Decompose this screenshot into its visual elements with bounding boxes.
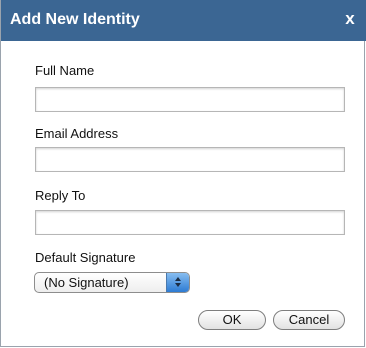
add-identity-dialog: Add New Identity x Full Name Email Addre…	[0, 0, 366, 347]
up-down-arrows-icon	[166, 273, 189, 292]
arrow-up-icon	[175, 277, 181, 281]
full-name-input[interactable]	[35, 87, 345, 112]
reply-to-label: Reply To	[35, 188, 86, 203]
arrow-down-icon	[175, 283, 181, 287]
dialog-title: Add New Identity	[10, 11, 140, 28]
dialog-titlebar: Add New Identity x	[1, 0, 366, 41]
default-signature-label: Default Signature	[35, 250, 136, 265]
ok-button[interactable]: OK	[198, 310, 266, 330]
default-signature-select[interactable]: (No Signature)	[34, 272, 190, 293]
email-address-label: Email Address	[35, 126, 119, 141]
reply-to-input[interactable]	[35, 210, 345, 235]
full-name-label: Full Name	[35, 63, 95, 78]
default-signature-value: (No Signature)	[44, 275, 129, 290]
cancel-button[interactable]: Cancel	[273, 310, 345, 330]
close-icon[interactable]: x	[342, 10, 358, 28]
email-address-input[interactable]	[35, 147, 345, 172]
